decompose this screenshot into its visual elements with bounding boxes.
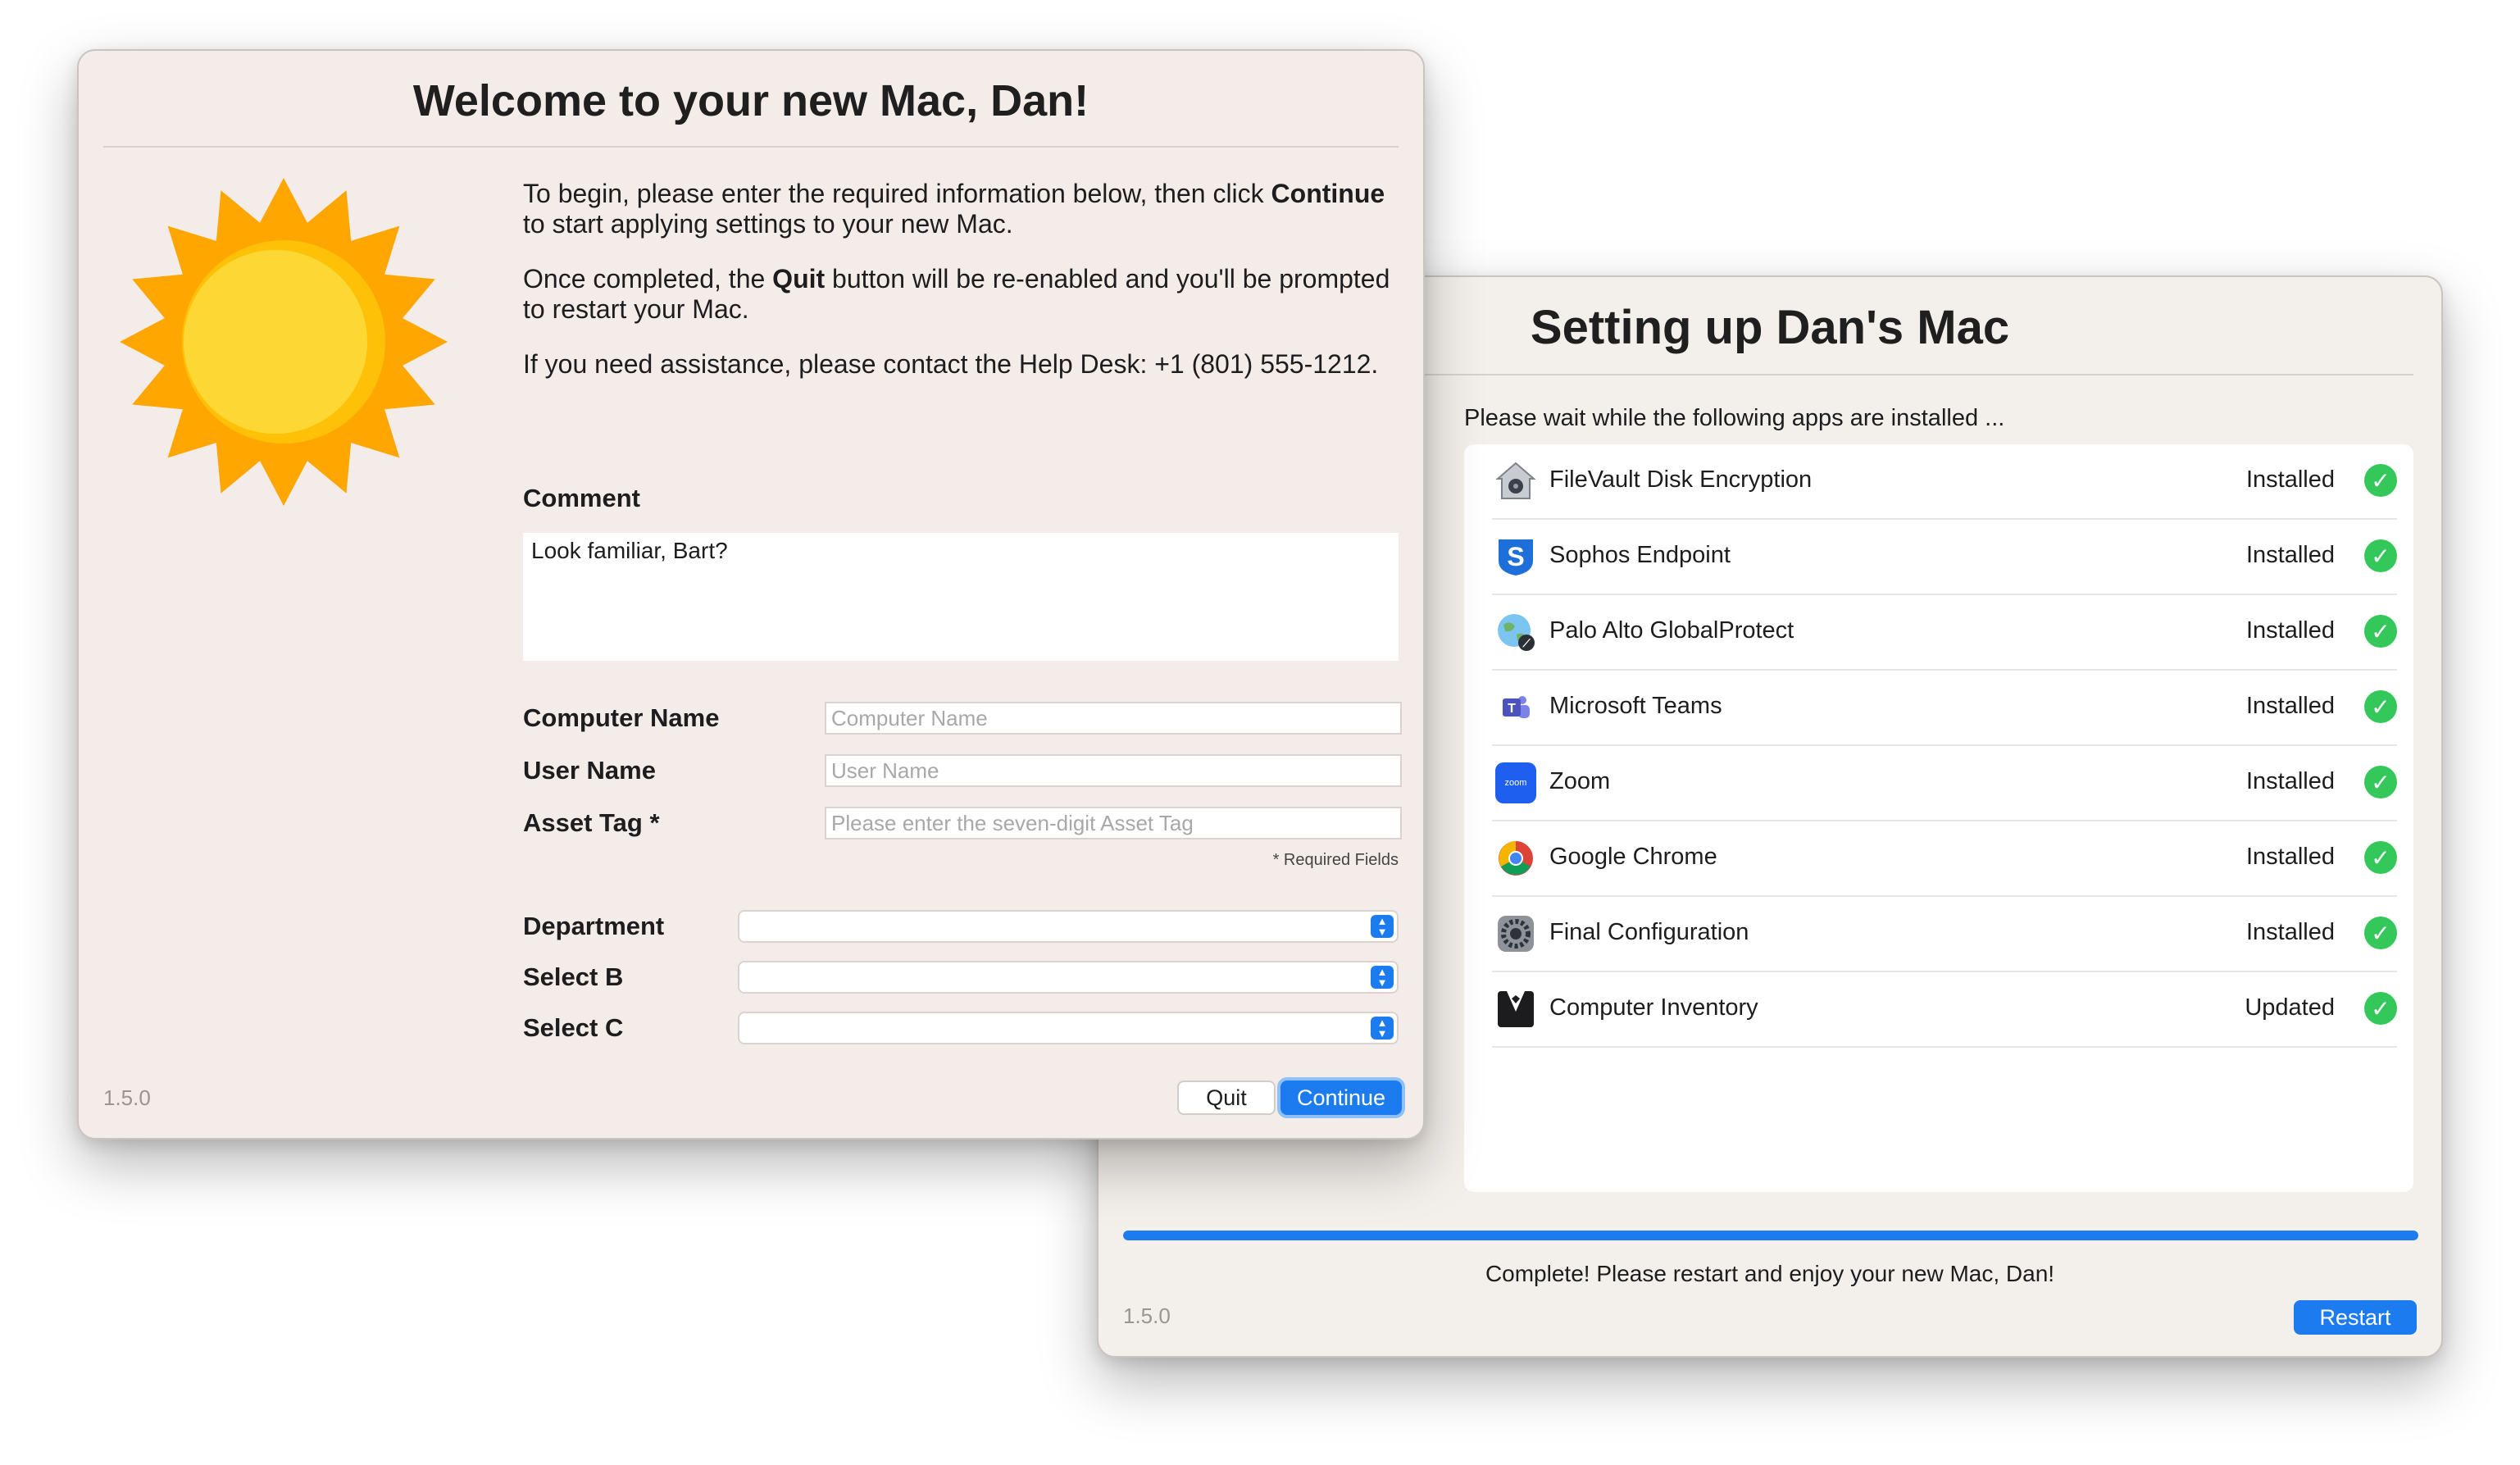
checkmark-icon: ✓ — [2364, 841, 2397, 874]
app-list: FileVault Disk Encryption Installed ✓ S … — [1464, 444, 2413, 1192]
select-c[interactable]: ▲ ▼ — [738, 1012, 1399, 1044]
instructions-bold: Continue — [1271, 179, 1385, 208]
svg-text:S: S — [1507, 542, 1524, 571]
asset-tag-field[interactable] — [825, 807, 1402, 839]
app-name: Final Configuration — [1549, 919, 1749, 945]
list-item: zoom Zoom Installed ✓ — [1492, 746, 2397, 821]
select-b-label: Select B — [523, 962, 624, 991]
svg-text:T: T — [1508, 702, 1516, 716]
checkmark-icon: ✓ — [2364, 766, 2397, 798]
app-status: Installed — [2245, 466, 2335, 493]
checkmark-icon: ✓ — [2364, 464, 2397, 497]
list-item: FileVault Disk Encryption Installed ✓ — [1492, 444, 2397, 520]
setup-intro: Please wait while the following apps are… — [1464, 405, 2005, 431]
app-name: Palo Alto GlobalProtect — [1549, 617, 1794, 644]
app-name: Computer Inventory — [1549, 994, 1758, 1021]
completion-bold: Quit — [772, 264, 826, 293]
progress-bar — [1123, 1231, 2418, 1240]
list-item: T Microsoft Teams Installed ✓ — [1492, 671, 2397, 746]
system-preferences-icon — [1495, 913, 1536, 954]
chevron-updown-icon: ▲ ▼ — [1371, 966, 1394, 989]
continue-button[interactable]: Continue — [1280, 1081, 1402, 1115]
chrome-icon — [1495, 838, 1536, 879]
divider — [103, 146, 1399, 148]
instructions-paragraph: To begin, please enter the required info… — [523, 179, 1408, 239]
checkmark-icon: ✓ — [2364, 992, 2397, 1025]
instructions-text: To begin, please enter the required info… — [523, 179, 1271, 208]
list-item: S Sophos Endpoint Installed ✓ — [1492, 520, 2397, 595]
app-status: Installed — [2245, 542, 2335, 568]
user-name-field[interactable] — [825, 754, 1402, 787]
checkmark-icon: ✓ — [2364, 690, 2397, 723]
tuxedo-icon — [1495, 989, 1536, 1030]
welcome-title: Welcome to your new Mac, Dan! — [412, 76, 1089, 125]
department-label: Department — [523, 912, 665, 940]
globalprotect-icon: ⟋ — [1495, 612, 1536, 653]
comment-textarea[interactable]: Look familiar, Bart? — [523, 533, 1399, 661]
computer-name-field[interactable] — [825, 702, 1402, 735]
restart-button[interactable]: Restart — [2294, 1300, 2417, 1335]
sun-icon — [120, 174, 448, 510]
select-c-label: Select C — [523, 1013, 624, 1042]
chevron-updown-icon: ▲ ▼ — [1371, 1017, 1394, 1040]
list-item: ⟋ Palo Alto GlobalProtect Installed ✓ — [1492, 595, 2397, 671]
completion-text: Once completed, the — [523, 264, 773, 293]
comment-label: Comment — [523, 484, 640, 512]
checkmark-icon: ✓ — [2364, 539, 2397, 572]
sophos-icon: S — [1495, 536, 1536, 577]
app-status: Installed — [2245, 844, 2335, 870]
chevron-updown-icon: ▲ ▼ — [1371, 915, 1394, 938]
app-status: Installed — [2245, 693, 2335, 719]
zoom-icon: zoom — [1495, 762, 1536, 803]
department-select[interactable]: ▲ ▼ — [738, 910, 1399, 943]
select-b[interactable]: ▲ ▼ — [738, 961, 1399, 994]
app-name: Zoom — [1549, 768, 1611, 794]
app-status: Installed — [2245, 768, 2335, 794]
welcome-window: Welcome to your new Mac, Dan! To begin, … — [77, 49, 1425, 1140]
computer-name-label: Computer Name — [523, 703, 720, 732]
app-name: FileVault Disk Encryption — [1549, 466, 1813, 493]
required-fields-note: * Required Fields — [1272, 851, 1399, 869]
progress-fill — [1123, 1231, 2418, 1240]
completion-paragraph: Once completed, the Quit button will be … — [523, 264, 1408, 325]
checkmark-icon: ✓ — [2364, 615, 2397, 648]
app-status: Installed — [2245, 617, 2335, 644]
checkmark-icon: ✓ — [2364, 917, 2397, 949]
app-name: Sophos Endpoint — [1549, 542, 1731, 568]
app-name: Google Chrome — [1549, 844, 1717, 870]
app-name: Microsoft Teams — [1549, 693, 1722, 719]
teams-icon: T — [1495, 687, 1536, 728]
version-label: 1.5.0 — [1123, 1303, 1171, 1328]
user-name-label: User Name — [523, 756, 656, 785]
list-item: Final Configuration Installed ✓ — [1492, 897, 2397, 972]
filevault-icon — [1495, 461, 1536, 502]
status-message: Complete! Please restart and enjoy your … — [1485, 1261, 2055, 1286]
help-desk-paragraph: If you need assistance, please contact t… — [523, 349, 1379, 379]
version-label: 1.5.0 — [103, 1085, 151, 1110]
app-status: Installed — [2245, 919, 2335, 945]
asset-tag-label: Asset Tag * — [523, 808, 660, 837]
instructions-text: to start applying settings to your new M… — [523, 209, 1013, 239]
list-item: Computer Inventory Updated ✓ — [1492, 972, 2397, 1048]
app-status: Updated — [2245, 994, 2335, 1021]
quit-button[interactable]: Quit — [1177, 1081, 1276, 1115]
svg-text:⟋: ⟋ — [1522, 637, 1531, 649]
list-item: Google Chrome Installed ✓ — [1492, 821, 2397, 897]
